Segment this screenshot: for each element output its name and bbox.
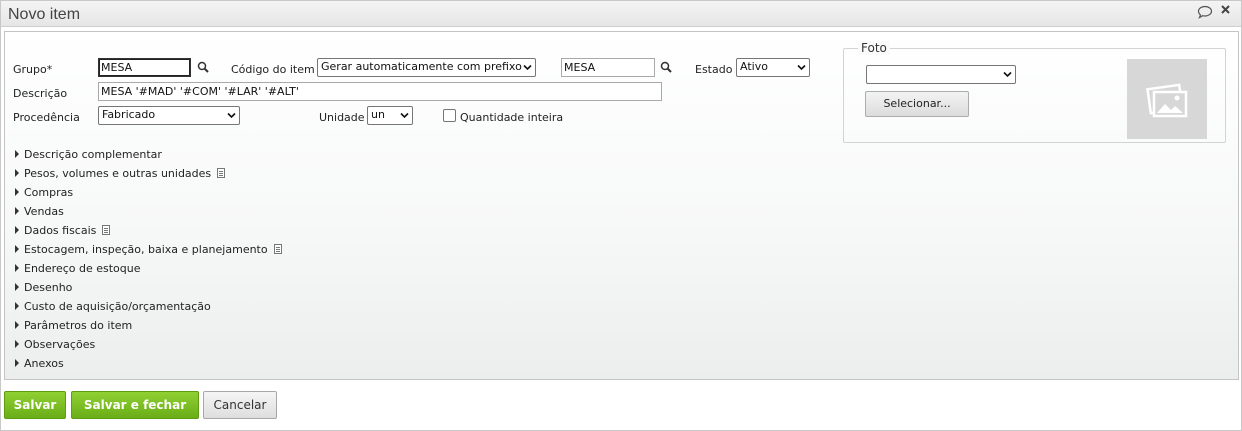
codigo-mode-value: Gerar automaticamente com prefixo	[321, 60, 522, 73]
procedencia-select[interactable]: Fabricado	[98, 106, 240, 125]
quantidade-inteira-label: Quantidade inteira	[460, 111, 564, 124]
section-label: Vendas	[24, 205, 64, 218]
codigo-label: Código do item	[231, 63, 315, 76]
section-pesos-volumes-e-outras-unidades[interactable]: Pesos, volumes e outras unidades	[15, 167, 226, 184]
expand-triangle-icon	[15, 359, 19, 367]
section-parametros-do-item[interactable]: Parâmetros do item	[15, 319, 132, 336]
title-bar: Novo item	[1, 1, 1241, 27]
save-button[interactable]: Salvar	[4, 391, 66, 419]
section-label: Endereço de estoque	[24, 262, 141, 275]
expand-triangle-icon	[15, 321, 19, 329]
expand-triangle-icon	[15, 283, 19, 291]
image-placeholder-icon	[1146, 83, 1188, 118]
section-anexos[interactable]: Anexos	[15, 357, 64, 374]
expand-triangle-icon	[15, 264, 19, 272]
chat-icon[interactable]	[1197, 5, 1213, 23]
procedencia-value: Fabricado	[102, 108, 156, 121]
unidade-label: Unidade	[319, 111, 365, 124]
estado-label: Estado	[695, 63, 733, 76]
expand-triangle-icon	[15, 226, 19, 234]
descricao-input[interactable]	[98, 82, 662, 101]
grupo-input[interactable]	[98, 58, 191, 77]
expand-triangle-icon	[15, 169, 19, 177]
unidade-select[interactable]: un	[367, 106, 413, 125]
section-vendas[interactable]: Vendas	[15, 205, 64, 222]
foto-fieldset: Foto Selecionar...	[843, 41, 1226, 143]
search-codigo-icon[interactable]	[660, 61, 673, 74]
section-label: Dados fiscais	[24, 224, 97, 237]
cancel-button[interactable]: Cancelar	[203, 391, 277, 419]
section-label: Desenho	[24, 281, 73, 294]
dialog-title: Novo item	[8, 6, 81, 23]
section-label: Pesos, volumes e outras unidades	[24, 167, 212, 180]
descricao-label: Descrição	[13, 87, 68, 100]
section-estocagem-inspecao-baixa-e-planejamento[interactable]: Estocagem, inspeção, baixa e planejament…	[15, 243, 282, 260]
section-custo-de-aquisicao-orcamentacao[interactable]: Custo de aquisição/orçamentação	[15, 300, 211, 317]
section-observacoes[interactable]: Observações	[15, 338, 95, 355]
section-descricao-complementar[interactable]: Descrição complementar	[15, 148, 162, 165]
expand-triangle-icon	[15, 302, 19, 310]
save-and-close-button[interactable]: Salvar e fechar	[71, 391, 199, 419]
foto-select[interactable]	[866, 65, 1016, 84]
estado-select[interactable]: Ativo	[736, 58, 810, 77]
codigo-mode-select[interactable]: Gerar automaticamente com prefixo	[317, 58, 536, 77]
section-label: Custo de aquisição/orçamentação	[24, 300, 211, 313]
new-item-dialog: Novo item Grupo* Código do item Gerar au…	[0, 0, 1242, 431]
estado-value: Ativo	[740, 60, 768, 73]
section-label: Compras	[24, 186, 74, 199]
chevron-down-icon	[523, 64, 532, 71]
document-icon	[217, 168, 226, 178]
chevron-down-icon	[797, 64, 806, 71]
section-compras[interactable]: Compras	[15, 186, 73, 203]
close-icon[interactable]	[1220, 4, 1231, 19]
chevron-down-icon	[400, 112, 409, 119]
expand-triangle-icon	[15, 340, 19, 348]
document-icon	[102, 225, 111, 235]
section-label: Observações	[24, 338, 96, 351]
form-panel: Grupo* Código do item Gerar automaticame…	[4, 31, 1239, 380]
unidade-value: un	[371, 108, 385, 121]
section-desenho[interactable]: Desenho	[15, 281, 72, 298]
section-label: Anexos	[24, 357, 64, 370]
section-label: Parâmetros do item	[24, 319, 133, 332]
photo-placeholder	[1127, 59, 1207, 139]
expand-triangle-icon	[15, 245, 19, 253]
selecionar-foto-button[interactable]: Selecionar...	[865, 91, 969, 117]
expand-triangle-icon	[15, 150, 19, 158]
section-dados-fiscais[interactable]: Dados fiscais	[15, 224, 111, 241]
grupo-label: Grupo*	[13, 63, 53, 76]
search-grupo-icon[interactable]	[197, 61, 210, 74]
section-endereco-de-estoque[interactable]: Endereço de estoque	[15, 262, 141, 279]
chevron-down-icon	[1003, 71, 1012, 78]
document-icon	[273, 244, 282, 254]
quantidade-inteira-checkbox[interactable]	[443, 109, 456, 122]
section-label: Descrição complementar	[24, 148, 162, 161]
codigo-prefix-input[interactable]	[561, 58, 655, 77]
expand-triangle-icon	[15, 188, 19, 196]
section-label: Estocagem, inspeção, baixa e planejament…	[24, 243, 268, 256]
expand-triangle-icon	[15, 207, 19, 215]
foto-legend: Foto	[858, 41, 890, 55]
chevron-down-icon	[227, 112, 236, 119]
procedencia-label: Procedência	[13, 111, 80, 124]
